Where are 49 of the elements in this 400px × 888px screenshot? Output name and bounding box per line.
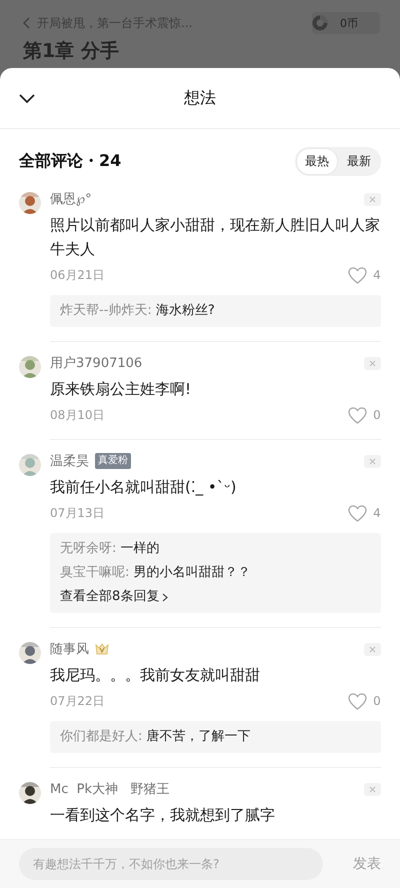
dismiss-button[interactable]	[364, 782, 381, 796]
like-button[interactable]: 0	[348, 692, 381, 710]
reply-text: 臭宝干嘛呢: 男的小名叫甜甜？？	[60, 564, 252, 582]
comment-date: 07月22日	[50, 692, 106, 710]
user-name[interactable]: 随事风	[50, 640, 89, 658]
user-name[interactable]: 温柔昊	[50, 452, 89, 470]
coin-balance[interactable]: 0币	[312, 12, 380, 34]
comment-text: 我前任小名就叫甜甜(⁚_ •`ᵕ)	[50, 477, 238, 498]
user-name[interactable]: Mc Pk大神 野猪王	[50, 780, 170, 798]
fan-badge: 真爱粉	[95, 453, 131, 469]
heart-icon	[348, 266, 367, 284]
user-name[interactable]: 用户37907106	[50, 354, 142, 372]
heart-icon	[348, 692, 367, 710]
close-icon	[369, 196, 376, 202]
sheet-title: 想法	[184, 88, 216, 108]
heart-icon	[348, 504, 367, 522]
section-title: 全部评论・24	[19, 150, 122, 172]
chevron-right-icon	[162, 592, 168, 602]
comment-date: 07月13日	[50, 504, 106, 522]
back-icon[interactable]	[22, 17, 32, 29]
dismiss-button[interactable]	[364, 356, 381, 370]
coin-icon	[312, 15, 328, 31]
close-icon	[369, 786, 376, 792]
sort-tab[interactable]: 最新	[339, 148, 379, 174]
dismiss-button[interactable]	[364, 454, 381, 468]
comment-text: 原来铁扇公主姓李啊!	[50, 379, 192, 400]
comment-text: 我尼玛。。。我前女友就叫甜甜	[50, 665, 261, 686]
comment-input-field[interactable]: 有趣想法千千万，不如你也来一条?	[19, 848, 323, 880]
dismiss-button[interactable]	[364, 192, 381, 206]
sort-tab[interactable]: 最热	[297, 148, 337, 174]
like-button[interactable]: 4	[348, 266, 381, 284]
crown-icon	[95, 643, 109, 655]
like-button[interactable]: 0	[348, 406, 381, 424]
close-icon	[369, 360, 376, 366]
heart-icon	[348, 406, 367, 424]
dismiss-button[interactable]	[364, 642, 381, 656]
view-all-replies-link[interactable]: 查看全部8条回复	[60, 585, 168, 609]
reply-text: 无呀余呀: 一样的	[60, 540, 161, 558]
reply-text: 你们都是好人: 唐不苦，了解一下	[60, 728, 252, 746]
close-icon	[369, 458, 376, 464]
comment-date: 06月21日	[50, 266, 106, 284]
comment-date: 08月10日	[50, 406, 106, 424]
user-name[interactable]: 佩恩℘°	[50, 190, 92, 208]
comment-text: 照片以前都叫人家小甜甜，现在新人胜旧人叫人家牛夫人	[50, 215, 381, 260]
reply-text: 炸天帮--帅炸天: 海水粉丝?	[60, 302, 216, 320]
chapter-title: 第1章 分手	[23, 40, 120, 62]
like-button[interactable]: 4	[348, 504, 381, 522]
comment-text: 一看到这个名字，我就想到了腻字	[50, 805, 276, 826]
close-icon	[369, 646, 376, 652]
